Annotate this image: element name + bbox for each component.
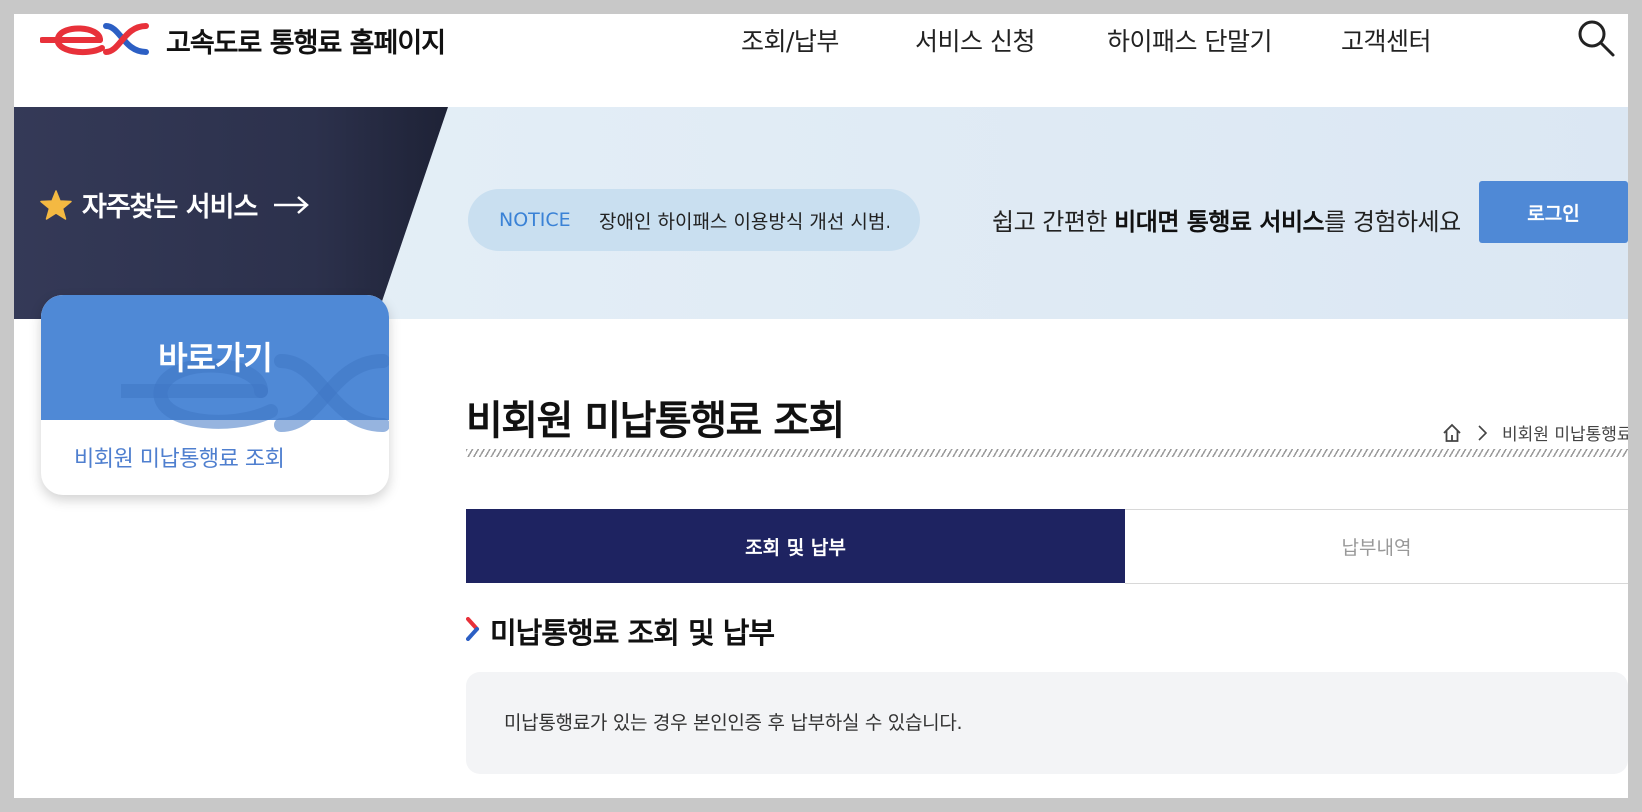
promo-bold: 비대면 통행료 서비스 xyxy=(1114,208,1325,236)
quick-links-title: 바로가기 xyxy=(158,339,273,377)
notice-bar[interactable]: NOTICE 장애인 하이패스 이용방식 개선 시범... xyxy=(468,189,920,251)
promo-suffix: 를 경험하세요 xyxy=(1324,208,1461,236)
section-chevron-icon xyxy=(466,617,479,641)
home-icon[interactable] xyxy=(1442,423,1462,443)
chevron-right-icon xyxy=(1478,424,1488,441)
quick-links-card: 바로가기 비회원 미납통행료 조회 xyxy=(41,295,389,495)
notice-text[interactable]: 장애인 하이패스 이용방식 개선 시범... xyxy=(599,207,889,234)
nav-item-service-request[interactable]: 서비스 신청 xyxy=(915,22,1035,58)
page-title: 비회원 미납통행료 조회 xyxy=(466,398,845,444)
breadcrumb: 비회원 미납통행료 조회 xyxy=(1442,420,1628,445)
info-text: 미납통행료가 있는 경우 본인인증 후 납부하실 수 있습니다. xyxy=(504,712,963,734)
ex-logo[interactable] xyxy=(40,18,152,58)
nav-item-hipass-terminal[interactable]: 하이패스 단말기 xyxy=(1107,22,1272,58)
favorites-label: 자주찾는 서비스 xyxy=(82,192,258,223)
promo-prefix: 쉽고 간편한 xyxy=(992,208,1115,236)
site-title[interactable]: 고속도로 통행료 홈페이지 xyxy=(166,21,446,60)
star-icon xyxy=(40,189,72,220)
quick-link-unpaid-toll[interactable]: 비회원 미납통행료 조회 xyxy=(74,441,285,473)
nav-item-lookup-payment[interactable]: 조회/납부 xyxy=(741,22,839,58)
title-divider xyxy=(466,449,1628,457)
tab-payment-history[interactable]: 납부내역 xyxy=(1125,509,1628,584)
breadcrumb-current[interactable]: 비회원 미납통행료 조회 xyxy=(1502,420,1628,445)
info-box: 미납통행료가 있는 경우 본인인증 후 납부하실 수 있습니다. xyxy=(466,672,1628,774)
notice-label: NOTICE xyxy=(499,209,571,231)
promo-text: 쉽고 간편한 비대면 통행료 서비스를 경험하세요 xyxy=(992,202,1461,237)
nav-item-customer-center[interactable]: 고객센터 xyxy=(1341,22,1432,58)
search-icon[interactable] xyxy=(1576,18,1616,58)
quick-links-header: 바로가기 xyxy=(41,295,389,432)
login-button[interactable]: 로그인 xyxy=(1479,181,1628,243)
favorites-service-link[interactable]: 자주찾는 서비스 xyxy=(40,185,310,224)
banner: 자주찾는 서비스 NOTICE 장애인 하이패스 이용방식 개선 시범... 쉽… xyxy=(14,107,1628,319)
tab-lookup-payment[interactable]: 조회 및 납부 xyxy=(466,509,1125,583)
section-title: 미납통행료 조회 및 납부 xyxy=(490,616,775,650)
page: 고속도로 통행료 홈페이지 조회/납부 서비스 신청 하이패스 단말기 고객센터 xyxy=(14,14,1628,798)
top-header: 고속도로 통행료 홈페이지 조회/납부 서비스 신청 하이패스 단말기 고객센터 xyxy=(14,14,1628,107)
arrow-right-icon xyxy=(274,195,310,214)
